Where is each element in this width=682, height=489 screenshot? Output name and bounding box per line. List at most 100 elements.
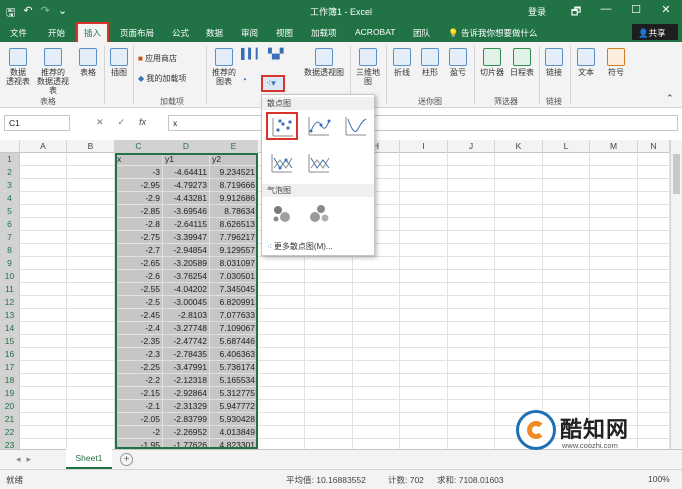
tab-review[interactable]: 审阅 [241,27,258,39]
cell[interactable] [495,179,543,192]
column-header-l[interactable]: L [543,140,590,153]
cell[interactable] [67,322,115,335]
cell[interactable] [543,166,590,179]
row-header[interactable]: 22 [0,426,20,439]
cell[interactable] [590,361,638,374]
cell[interactable] [353,335,400,348]
pivotchart-button[interactable]: 数据透视图 [302,48,346,77]
cell[interactable] [353,283,400,296]
cell[interactable] [495,270,543,283]
cell[interactable] [495,244,543,257]
cell[interactable] [590,153,638,166]
sparkline-column-button[interactable]: 柱形 [418,48,442,77]
cell[interactable] [353,322,400,335]
cell[interactable]: 8.78634 [210,205,258,218]
cell[interactable]: -4.04202 [163,283,210,296]
cell[interactable] [305,439,353,449]
cell[interactable] [543,270,590,283]
cell[interactable] [400,439,448,449]
cell[interactable] [400,257,448,270]
cell[interactable] [305,374,353,387]
row-header[interactable]: 4 [0,192,20,205]
cell[interactable] [353,309,400,322]
illustrations-button[interactable]: 插图 [108,48,130,77]
scatter-smooth-lines-option[interactable] [340,112,372,140]
cell[interactable] [67,166,115,179]
column-header-i[interactable]: I [400,140,448,153]
vertical-scrollbar[interactable] [670,140,682,449]
bubble-chart-option[interactable] [266,199,298,227]
cell[interactable] [448,231,495,244]
cell[interactable]: 8.719666 [210,179,258,192]
sheet-nav-arrows-icon[interactable]: ◂▸ [16,454,37,465]
cell[interactable] [400,387,448,400]
column-chart-icon[interactable]: ▌▍▎ [241,50,263,60]
cell[interactable] [448,296,495,309]
cell[interactable] [353,296,400,309]
tab-file[interactable]: 文件 [10,27,27,39]
cell[interactable] [543,387,590,400]
row-header[interactable]: 14 [0,322,20,335]
cell[interactable] [20,322,67,335]
cell[interactable] [305,426,353,439]
cell[interactable] [590,335,638,348]
cell[interactable] [590,270,638,283]
column-header-j[interactable]: J [448,140,495,153]
cell[interactable] [638,166,670,179]
cell[interactable] [590,205,638,218]
cell[interactable] [400,322,448,335]
tab-view[interactable]: 视图 [276,27,293,39]
cell[interactable] [448,153,495,166]
cell[interactable]: -2.25 [115,361,163,374]
cell[interactable] [400,192,448,205]
column-header-b[interactable]: B [67,140,115,153]
cell[interactable]: -2.7 [115,244,163,257]
cell[interactable]: 5.930428 [210,413,258,426]
cell[interactable]: 8.031097 [210,257,258,270]
slicer-button[interactable]: 切片器 [478,48,506,77]
cell[interactable] [258,426,305,439]
enter-icon[interactable]: ✓ [118,117,126,128]
row-header[interactable]: 13 [0,309,20,322]
row-header[interactable]: 20 [0,400,20,413]
row-header[interactable]: 5 [0,205,20,218]
cell[interactable] [448,257,495,270]
tab-page-layout[interactable]: 页面布局 [120,27,154,39]
cell[interactable]: -2.8 [115,218,163,231]
cell[interactable] [495,218,543,231]
cell[interactable] [638,283,670,296]
cell[interactable] [353,257,400,270]
cell[interactable] [638,257,670,270]
cell[interactable] [20,309,67,322]
row-header[interactable]: 2 [0,166,20,179]
cell[interactable]: 8.626513 [210,218,258,231]
cell[interactable]: 5.736174 [210,361,258,374]
cell[interactable] [590,257,638,270]
cell[interactable] [638,348,670,361]
cell[interactable] [67,231,115,244]
cell[interactable]: -2.5 [115,296,163,309]
cell[interactable]: 7.030501 [210,270,258,283]
cell[interactable]: -2.85 [115,205,163,218]
close-button[interactable]: ✕ [656,3,676,16]
cell[interactable]: 9.912686 [210,192,258,205]
cell[interactable] [543,231,590,244]
hierarchy-chart-icon[interactable]: ▚▞ [268,50,283,60]
cancel-icon[interactable]: ✕ [96,117,104,128]
cell[interactable] [305,335,353,348]
cell[interactable] [258,322,305,335]
cell[interactable] [495,166,543,179]
cell[interactable] [400,231,448,244]
cell[interactable]: -3.69546 [163,205,210,218]
cell[interactable] [20,400,67,413]
cell[interactable] [400,179,448,192]
cell[interactable] [495,348,543,361]
cell[interactable]: -2.78435 [163,348,210,361]
cell[interactable]: -2.8103 [163,309,210,322]
cell[interactable] [67,348,115,361]
cell[interactable]: -2.64115 [163,218,210,231]
link-button[interactable]: 链接 [542,48,566,77]
ribbon-display-icon[interactable]: 🗗 [566,3,586,22]
cell[interactable] [67,283,115,296]
cell[interactable] [20,231,67,244]
